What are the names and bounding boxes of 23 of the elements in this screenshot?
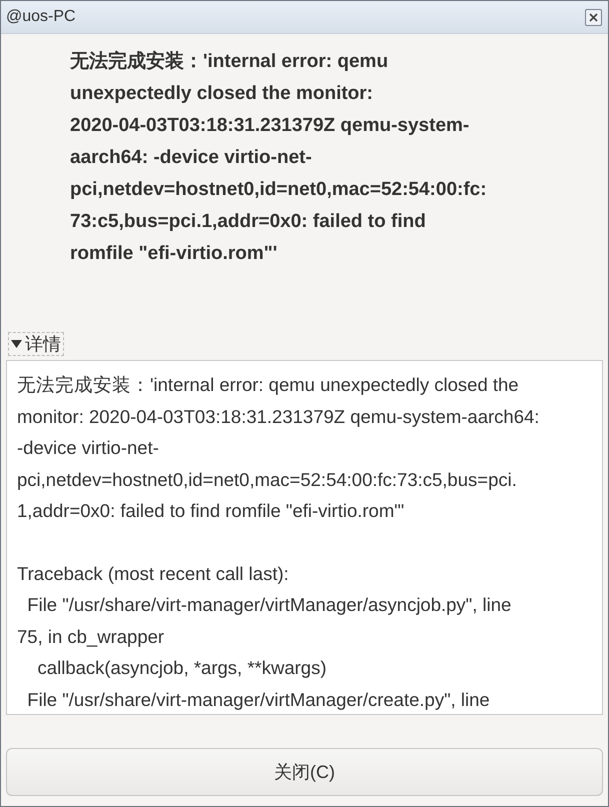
error-message-line: 2020-04-03T03:18:31.231379Z qemu-system- — [70, 114, 470, 138]
window-title: @uos-PC — [6, 8, 76, 26]
error-message-line: 无法完成安装：'internal error: qemu — [70, 50, 390, 74]
details-expander[interactable]: 详情 — [8, 332, 64, 356]
error-message-line: aarch64: -device virtio-net- — [70, 146, 313, 170]
details-text-line: monitor: 2020-04-03T03:18:31.231379Z qemu-system-aarch64: — [17, 404, 540, 429]
close-button[interactable] — [585, 8, 602, 26]
details-text-line: pci,netdev=hostnet0,id=net0,mac=52:54:00:fc:73:c5,bus=pci. — [17, 468, 518, 492]
details-text-line: Traceback (most recent call last): — [17, 562, 290, 586]
error-message-line: unexpectedly closed the monitor: — [70, 82, 374, 106]
details-text-line: File "/usr/share/virt-manager/virtManager/create.py", line — [26, 688, 491, 712]
details-text-line: 无法完成安装：'internal error: qemu unexpectedly closed the — [17, 373, 520, 397]
close-dialog-button[interactable]: 关闭(C) — [6, 748, 603, 796]
error-message-line: pci,netdev=hostnet0,id=net0,mac=52:54:00:fc: — [70, 178, 488, 202]
close-icon — [588, 12, 599, 22]
error-message-line: romfile "efi-virtio.rom"' — [70, 242, 278, 266]
details-text-line: 1,addr=0x0: failed to find romfile "efi-virtio.rom"' — [17, 499, 406, 523]
expander-triangle-icon — [11, 340, 22, 348]
details-text-line: File "/usr/share/virt-manager/virtManager/asyncjob.py", line — [26, 593, 512, 617]
details-text-line: callback(asyncjob, *args, **kwargs) — [36, 656, 328, 680]
details-text-line: -device virtio-net- — [17, 436, 160, 460]
error-message-line: 73:c5,bus=pci.1,addr=0x0: failed to find — [70, 210, 427, 234]
details-text-line: 75, in cb_wrapper — [17, 624, 166, 649]
